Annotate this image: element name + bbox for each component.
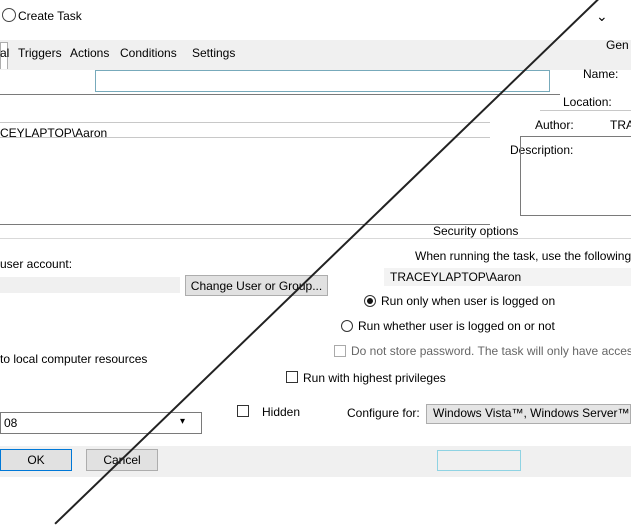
description-textarea[interactable]: [0, 137, 490, 225]
left-configure-select[interactable]: [0, 412, 202, 434]
focus-outline-button[interactable]: [437, 450, 521, 471]
location-label: Location:: [563, 95, 612, 109]
section-separator: [0, 238, 631, 239]
configure-for-label: Configure for:: [347, 406, 420, 420]
left-configure-value: 08: [4, 416, 18, 430]
tab-actions[interactable]: Actions: [70, 46, 109, 60]
cancel-button[interactable]: Cancel: [86, 449, 158, 471]
tab-general-label[interactable]: al: [0, 46, 9, 60]
name-field-line: [0, 94, 560, 95]
run-logged-on-label: Run only when user is logged on: [381, 294, 556, 308]
configure-for-value: Windows Vista™, Windows Server™ 2: [433, 406, 631, 420]
dropdown-arrow-icon[interactable]: ▾: [180, 416, 185, 427]
security-options-heading: Security options: [433, 224, 519, 238]
run-whether-label: Run whether user is logged on or not: [358, 319, 555, 333]
tab-settings[interactable]: Settings: [192, 46, 235, 60]
change-user-button[interactable]: Change User or Group...: [185, 275, 328, 296]
running-as-label: When running the task, use the following: [415, 249, 631, 263]
title-bar: [0, 0, 631, 32]
hidden-checkbox[interactable]: [237, 405, 249, 417]
tab-triggers[interactable]: Triggers: [18, 46, 62, 60]
ok-button[interactable]: OK: [0, 449, 72, 471]
name-input[interactable]: [95, 70, 550, 92]
user-account-value: TRACEYLAPTOP\Aaron: [390, 270, 522, 284]
local-resources-label: to local computer resources: [0, 352, 148, 366]
run-whether-radio[interactable]: [341, 320, 353, 332]
no-store-password-label: Do not store password. The task will onl…: [351, 344, 631, 358]
description-box[interactable]: [520, 136, 631, 216]
window-title: Create Task: [18, 9, 82, 23]
task-scheduler-icon: [2, 8, 16, 22]
author-label: Author:: [535, 118, 574, 132]
run-logged-on-radio[interactable]: [364, 295, 376, 307]
no-store-password-checkbox[interactable]: [334, 345, 346, 357]
user-account-label: user account:: [0, 257, 73, 271]
highest-privileges-label: Run with highest privileges: [303, 371, 446, 385]
location-field: [540, 110, 631, 111]
name-label: Name:: [583, 67, 619, 81]
hidden-label: Hidden: [262, 405, 301, 419]
left-user-field: [0, 277, 180, 293]
tab-conditions[interactable]: Conditions: [120, 46, 177, 60]
author-field-line: [0, 122, 490, 123]
chevron-down-icon[interactable]: ⌄: [596, 8, 608, 25]
author-value-stub: TRA: [610, 118, 631, 132]
highest-privileges-checkbox[interactable]: [286, 371, 298, 383]
general-label: Gen: [606, 38, 629, 52]
